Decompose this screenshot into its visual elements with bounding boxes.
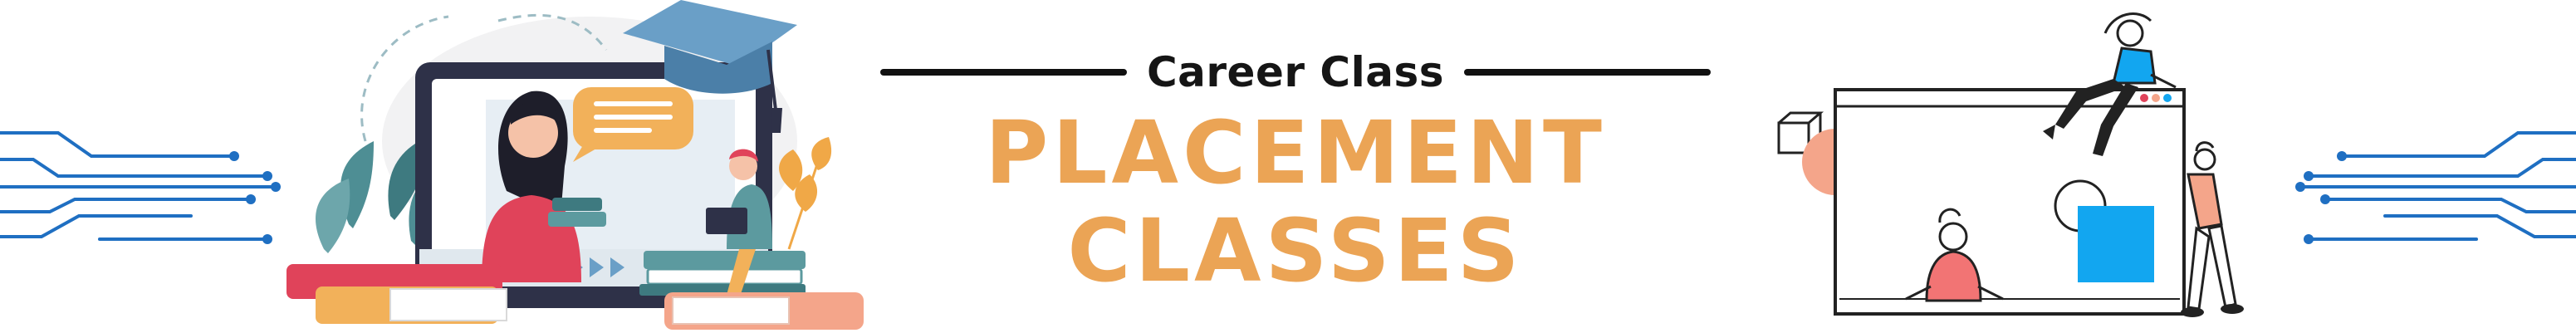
headline-line-1: PLACEMENT <box>985 102 1606 203</box>
laptop-icon <box>286 0 864 330</box>
eyebrow-row: Career Class <box>880 43 1711 101</box>
headline-line-2: CLASSES <box>1067 200 1524 301</box>
banner: Career Class PLACEMENT CLASSES <box>0 0 2576 333</box>
eyebrow-text: Career Class <box>1146 48 1445 96</box>
eyebrow-line-right <box>1464 69 1711 76</box>
leaning-figure <box>2181 141 2244 317</box>
browser-window-icon <box>1777 12 2244 317</box>
book-stack-icon <box>639 251 806 296</box>
circuit-lines-right-icon <box>2295 131 2576 244</box>
circuit-lines-left-icon <box>0 131 281 244</box>
eyebrow-line-left <box>880 69 1127 76</box>
title-block: Career Class PLACEMENT CLASSES <box>880 33 1711 316</box>
